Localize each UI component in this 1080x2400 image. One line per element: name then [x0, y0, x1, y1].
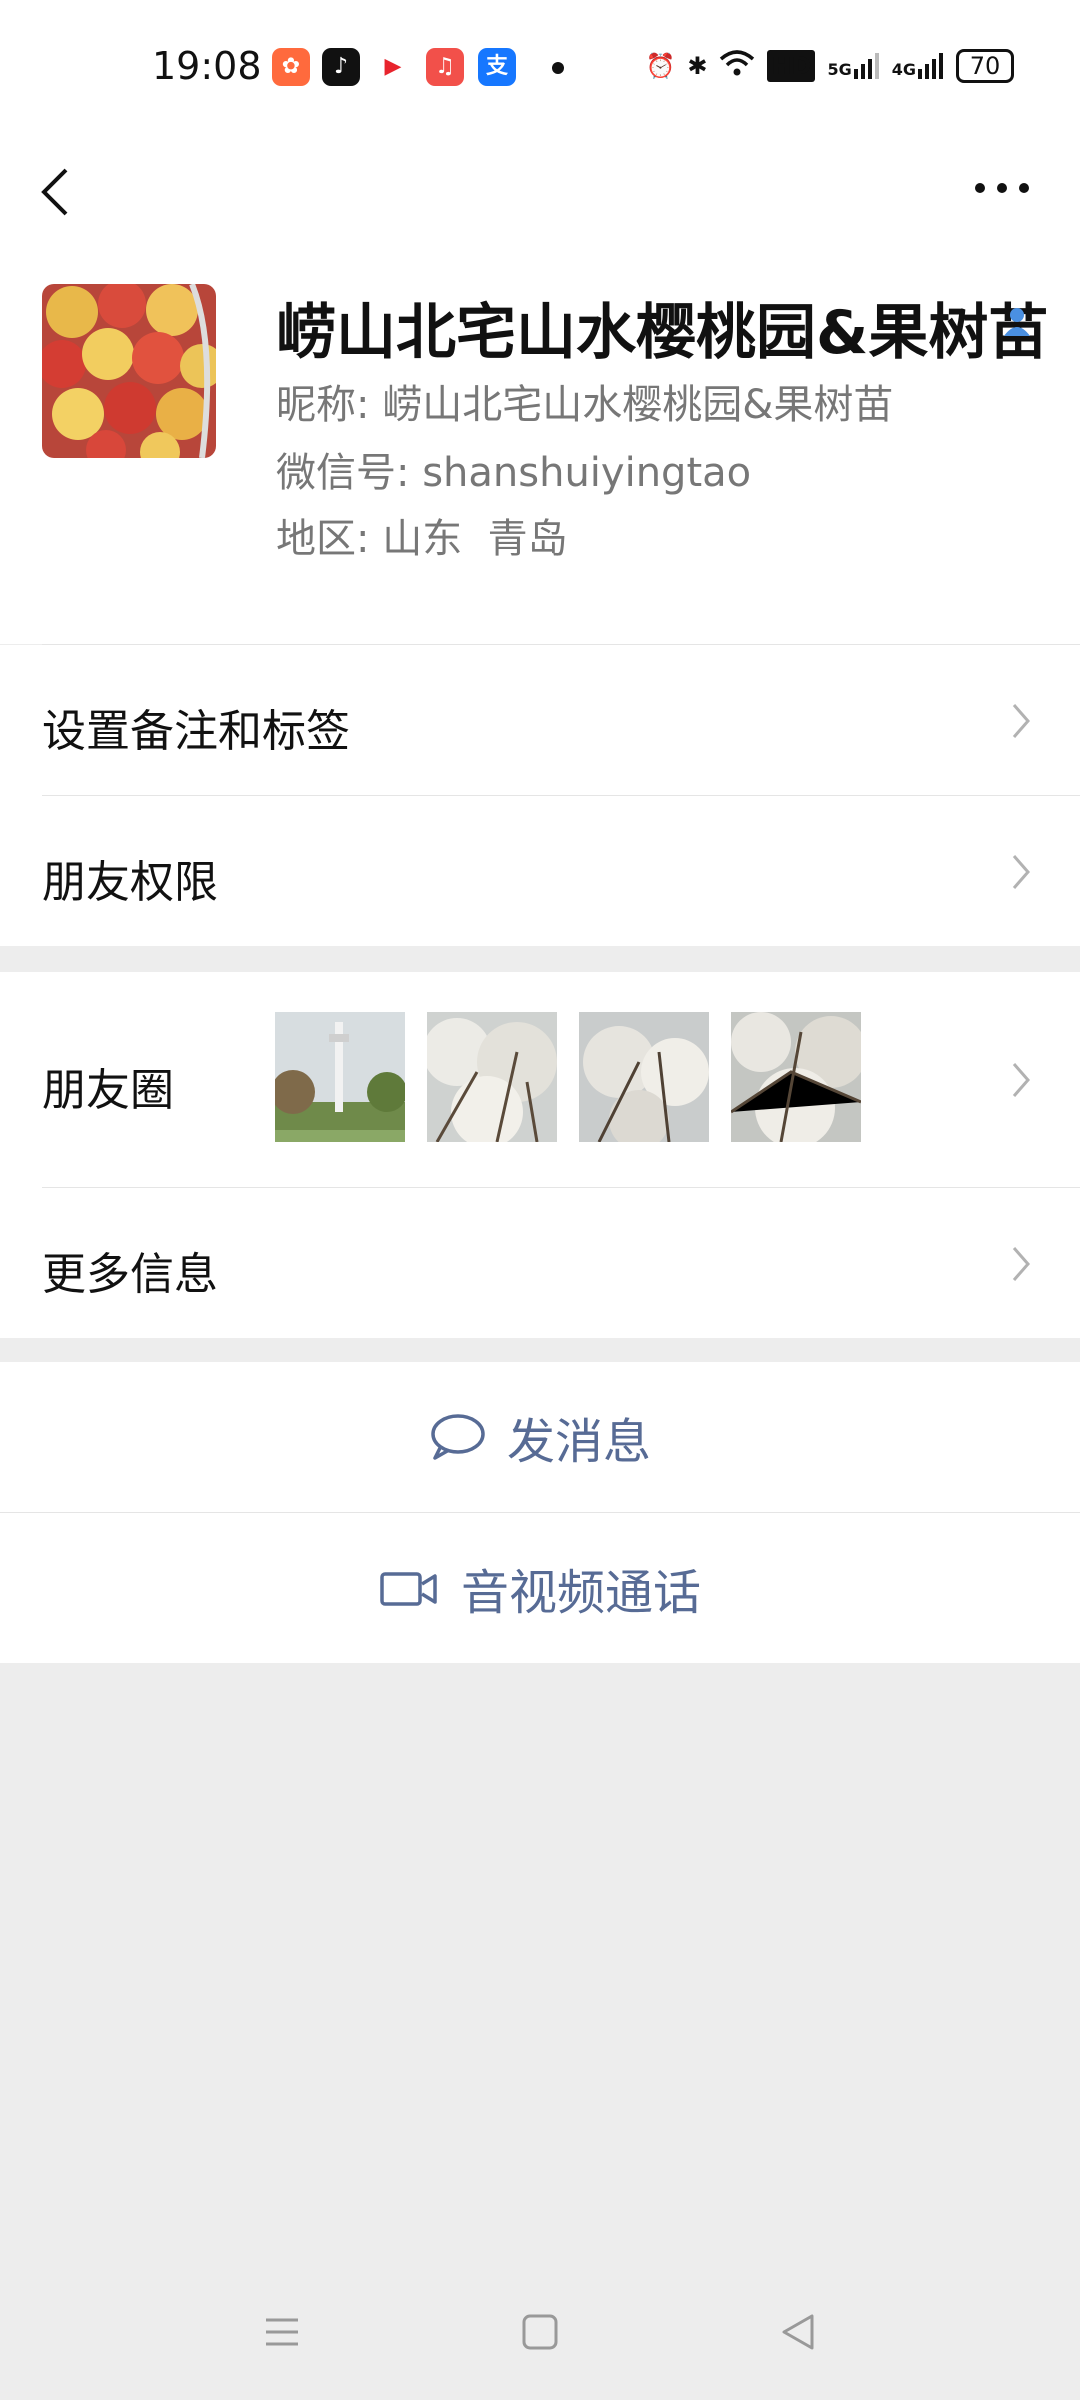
wechat-id-label: 微信号: — [276, 450, 410, 496]
video-call-content: 音视频通话 — [0, 1513, 1080, 1663]
send-message-button[interactable]: 发消息 — [0, 1362, 1080, 1512]
music-icon: ♫ — [426, 48, 464, 86]
set-remark-row[interactable]: 设置备注和标签 — [0, 645, 1080, 796]
menu-icon[interactable] — [262, 2312, 302, 2352]
more-info-row[interactable]: 更多信息 — [0, 1188, 1080, 1338]
top-nav-bar — [0, 140, 1080, 260]
profile-header: 崂山北宅山水樱桃园&果树苗 昵称: 崂山北宅山水樱桃园&果树苗 微信号: sha… — [0, 260, 1080, 645]
video-call-button[interactable]: 音视频通话 — [0, 1513, 1080, 1663]
home-icon[interactable] — [520, 2312, 560, 2352]
tiktok-icon: ♪ — [322, 48, 360, 86]
region-line: 地区: 山东 青岛 — [276, 506, 568, 564]
friend-permissions-row[interactable]: 朋友权限 — [0, 796, 1080, 946]
video-call-label: 音视频通话 — [460, 1565, 701, 1621]
signal-4g-icon: 4G — [892, 53, 944, 79]
moments-thumbnail — [427, 1012, 557, 1142]
wechat-id-value: shanshuiyingtao — [422, 450, 752, 496]
chevron-right-icon — [1012, 1247, 1030, 1281]
moments-thumbnail — [579, 1012, 709, 1142]
video-icon: ▶ — [374, 48, 412, 86]
nickname-line: 昵称: 崂山北宅山水樱桃园&果树苗 — [276, 372, 893, 430]
system-status-icons: ⏰ ✱ HD 5G 4G 70 — [645, 44, 1014, 88]
back-arrow-icon[interactable] — [36, 156, 76, 228]
chevron-right-icon — [1012, 704, 1030, 738]
more-info-label: 更多信息 — [42, 1249, 218, 1300]
avatar[interactable] — [42, 284, 216, 458]
signal-5g-icon: 5G — [827, 53, 879, 79]
nickname-value: 崂山北宅山水樱桃园&果树苗 — [382, 382, 894, 428]
chevron-right-icon — [1012, 855, 1030, 889]
profile-name: 崂山北宅山水樱桃园&果树苗 — [276, 298, 1049, 368]
hd-badge: HD — [767, 50, 816, 82]
moments-thumbnail — [731, 1012, 861, 1142]
set-remark-label: 设置备注和标签 — [42, 706, 350, 757]
chevron-right-icon — [1012, 1063, 1030, 1097]
person-badge-icon — [1004, 308, 1030, 336]
back-triangle-icon[interactable] — [778, 2312, 818, 2352]
wifi-icon — [719, 49, 755, 83]
video-camera-icon — [380, 1572, 437, 1606]
kuaishou-icon: ✿ — [272, 48, 310, 86]
alarm-icon: ⏰ — [645, 52, 676, 80]
region-label: 地区: — [276, 516, 370, 562]
battery-indicator: 70 — [956, 49, 1014, 83]
more-options-icon[interactable] — [972, 168, 1032, 208]
alipay-icon: 支 — [478, 48, 516, 86]
moments-label: 朋友圈 — [42, 1065, 174, 1116]
friend-permissions-label: 朋友权限 — [42, 857, 218, 908]
send-message-label: 发消息 — [506, 1414, 651, 1470]
wechat-id-line: 微信号: shanshuiyingtao — [276, 440, 751, 498]
moments-row[interactable]: 朋友圈 — [0, 972, 1080, 1188]
status-time: 19:08 — [152, 44, 262, 88]
bluetooth-icon: ✱ — [687, 52, 708, 80]
chat-bubble-icon — [431, 1414, 485, 1460]
moments-thumbnail — [275, 1012, 405, 1142]
notification-dot — [552, 62, 564, 74]
nickname-label: 昵称: — [276, 382, 370, 428]
system-navigation-bar — [0, 2270, 1080, 2400]
status-bar: 19:08 ✿ ♪ ▶ ♫ 支 ⏰ ✱ HD 5G 4G 70 — [0, 0, 1080, 140]
send-message-content: 发消息 — [0, 1362, 1080, 1512]
region-value: 山东 青岛 — [382, 516, 568, 562]
